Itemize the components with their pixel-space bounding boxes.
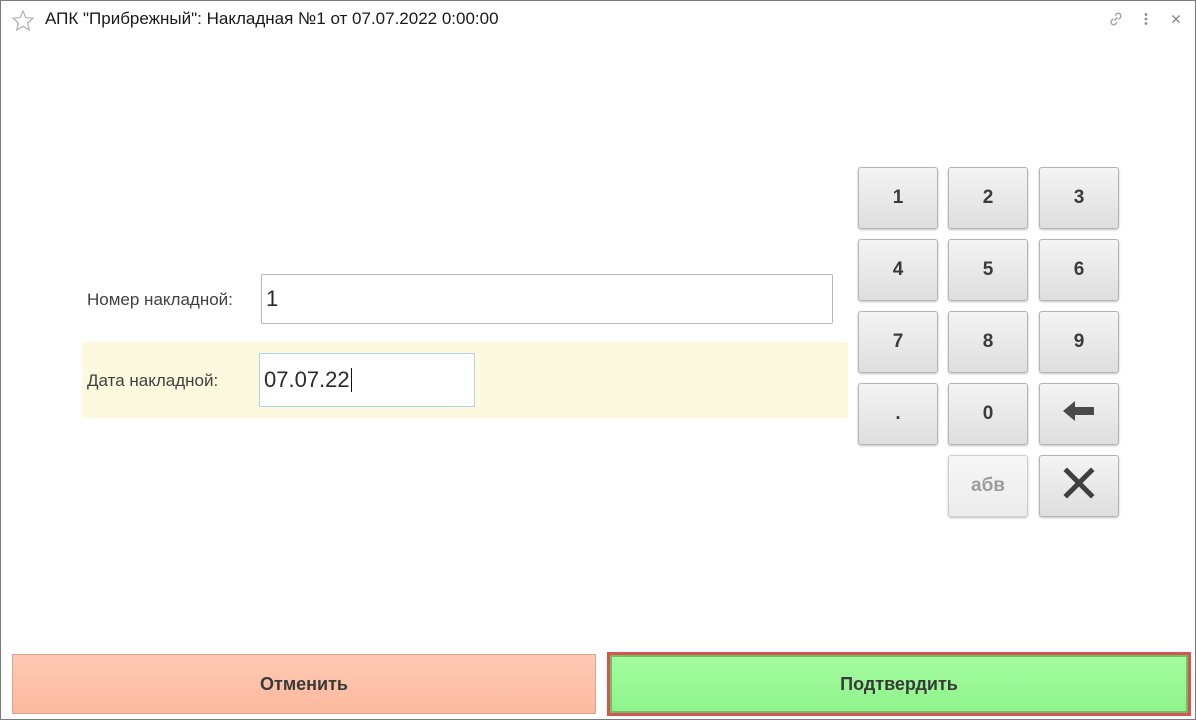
invoice-number-value: 1 (266, 286, 279, 311)
title-controls (1107, 9, 1185, 29)
close-icon[interactable] (1167, 10, 1185, 28)
invoice-date-value: 07.07.22 (264, 367, 350, 392)
cancel-button[interactable]: Отменить (12, 654, 596, 714)
dialog-window: АПК "Прибрежный": Накладная №1 от 07.07.… (0, 0, 1196, 720)
key-8[interactable]: 8 (948, 311, 1028, 373)
key-9[interactable]: 9 (1039, 311, 1119, 373)
key-2[interactable]: 2 (948, 167, 1028, 229)
favorite-star-icon[interactable] (11, 9, 35, 33)
invoice-date-field[interactable]: 07.07.22 (259, 353, 475, 407)
clear-button[interactable] (1039, 455, 1119, 517)
key-7[interactable]: 7 (858, 311, 938, 373)
confirm-button[interactable]: Подтвердить (607, 652, 1191, 716)
key-5[interactable]: 5 (948, 239, 1028, 301)
key-1[interactable]: 1 (858, 167, 938, 229)
link-icon[interactable] (1107, 10, 1125, 28)
window-title: АПК "Прибрежный": Накладная №1 от 07.07.… (45, 9, 499, 28)
text-caret (350, 368, 352, 392)
key-6[interactable]: 6 (1039, 239, 1119, 301)
backspace-arrow-icon (1061, 399, 1097, 429)
more-icon[interactable] (1137, 10, 1155, 28)
key-0[interactable]: 0 (948, 383, 1028, 445)
invoice-number-label: Номер накладной: (87, 290, 233, 309)
invoice-number-field[interactable]: 1 (261, 274, 833, 324)
clear-x-icon (1062, 466, 1096, 506)
invoice-date-label: Дата накладной: (87, 371, 219, 390)
key-3[interactable]: 3 (1039, 167, 1119, 229)
backspace-button[interactable] (1039, 383, 1119, 445)
alpha-keyboard-button[interactable]: абв (948, 455, 1028, 517)
key-4[interactable]: 4 (858, 239, 938, 301)
key-dot[interactable]: . (858, 383, 938, 445)
